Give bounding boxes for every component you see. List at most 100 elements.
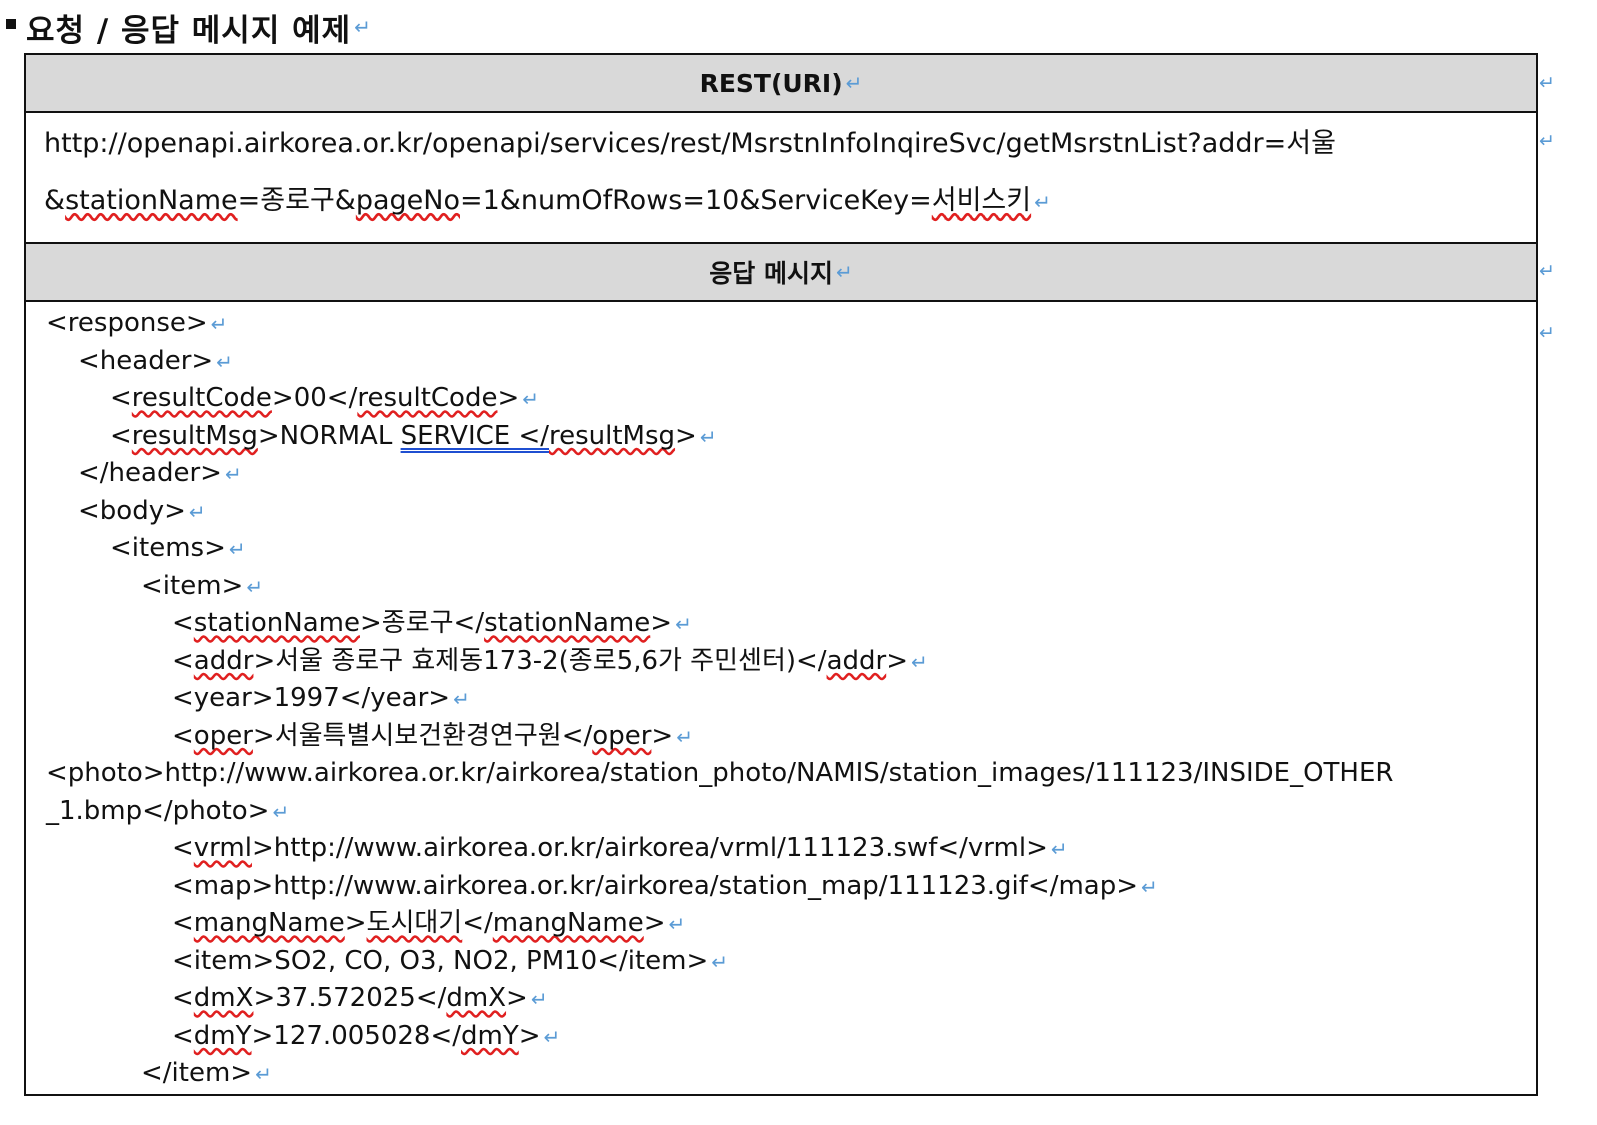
xml-tag: oper — [193, 720, 253, 751]
paragraph-mark-icon: ↵ — [255, 1062, 272, 1086]
uri-text: =종로구& — [237, 185, 356, 216]
xml-text: < — [172, 720, 194, 751]
xml-text: > — [497, 383, 520, 413]
xml-text: < — [172, 608, 194, 638]
paragraph-mark-icon: ↵ — [1141, 874, 1158, 899]
uri-line-2: &stationName=종로구&pageNo=1&numOfRows=10&S… — [44, 172, 1518, 229]
xml-text: <items> — [110, 533, 226, 563]
xml-text: >서울 종로구 효제동173-2(종로5,6가 주민센터)</ — [253, 645, 827, 676]
paragraph-mark-icon: ↵ — [676, 724, 693, 749]
xml-text: >종로구</ — [359, 608, 485, 638]
xml-tag: dmX — [446, 983, 507, 1013]
paragraph-mark-icon: ↵ — [675, 612, 692, 636]
xml-text: > — [344, 908, 367, 938]
xml-text: > — [675, 420, 697, 451]
xml-text: <year>1997</year> — [172, 683, 451, 713]
request-uri: http://openapi.airkorea.or.kr/openapi/se… — [44, 115, 1518, 229]
response-message-header-text: 응답 메시지 — [709, 259, 833, 288]
rest-uri-header-text: REST(URI) — [699, 68, 843, 98]
paragraph-mark-icon: ↵ — [530, 987, 548, 1011]
xml-line: <item> ↵ — [44, 568, 1522, 606]
cell-end-mark-icon: ↵ — [1539, 260, 1555, 282]
paragraph-mark-icon: ↵ — [216, 349, 233, 374]
xml-text: >00</ — [271, 383, 358, 413]
paragraph-mark-icon: ↵ — [354, 15, 372, 39]
xml-tag: vrml — [193, 833, 252, 863]
section-heading-text: 요청 / 응답 메시지 예제 — [26, 12, 352, 49]
xml-text: > — [650, 608, 673, 638]
xml-line: <oper>서울특별시보건환경연구원</oper> ↵ — [44, 718, 1522, 756]
paragraph-mark-icon: ↵ — [543, 1024, 561, 1049]
rest-uri-header: REST(URI) ↵ — [26, 55, 1536, 113]
xml-text: <map>http://www.airkorea.or.kr/airkorea/… — [172, 870, 1139, 901]
xml-text: SERVICE </ — [400, 420, 549, 451]
paragraph-mark-icon: ↵ — [668, 912, 686, 936]
xml-text: </header> — [78, 458, 222, 488]
xml-line: <stationName>종로구</stationName> ↵ — [44, 605, 1522, 643]
xml-tag: resultMsg — [131, 420, 258, 451]
xml-tag: mangName — [193, 908, 345, 938]
xml-text: <photo>http://www.airkorea.or.kr/airkore… — [46, 758, 1394, 788]
xml-text: > — [506, 983, 528, 1013]
paragraph-mark-icon: ↵ — [1050, 837, 1068, 861]
paragraph-mark-icon: ↵ — [272, 799, 290, 824]
xml-tag: dmY — [461, 1020, 519, 1051]
xml-text: < — [110, 420, 132, 451]
xml-text: < — [172, 908, 194, 938]
xml-text: >http://www.airkorea.or.kr/airkorea/vrml… — [251, 833, 1048, 863]
paragraph-mark-icon: ↵ — [188, 499, 206, 524]
xml-line: <dmY>127.005028</dmY> ↵ — [44, 1018, 1522, 1056]
paragraph-mark-icon: ↵ — [835, 260, 853, 284]
xml-tag: addr — [193, 645, 254, 676]
xml-text: < — [110, 383, 132, 413]
xml-line: <year>1997</year> ↵ — [44, 680, 1522, 718]
response-xml: <response> ↵ <header> ↵ <resultCode>00</re… — [44, 305, 1522, 1093]
paragraph-mark-icon: ↵ — [228, 537, 246, 561]
paragraph-mark-icon: ↵ — [453, 687, 470, 711]
xml-line: <dmX>37.572025</dmX> ↵ — [44, 980, 1522, 1018]
xml-line: </item> ↵ — [44, 1055, 1522, 1093]
paragraph-mark-icon: ↵ — [246, 574, 264, 599]
xml-line: <item>SO2, CO, O3, NO2, PM10</item> ↵ — [44, 943, 1522, 981]
xml-text: 도시대기 — [366, 908, 463, 938]
uri-service-key: 서비스키 — [931, 185, 1032, 216]
xml-text: </item> — [141, 1058, 253, 1088]
xml-tag: resultCode — [131, 383, 272, 413]
xml-line: <response> ↵ — [44, 305, 1522, 343]
xml-line: _1.bmp</photo> ↵ — [44, 793, 1522, 831]
uri-param-pageno: pageNo — [355, 185, 460, 216]
uri-text: & — [44, 185, 66, 216]
paragraph-mark-icon: ↵ — [711, 949, 729, 974]
xml-text: < — [172, 645, 194, 676]
xml-line: <header> ↵ — [44, 343, 1522, 381]
xml-tag: dmY — [193, 1020, 252, 1051]
cell-end-mark-icon: ↵ — [1539, 72, 1555, 94]
xml-tag: dmX — [193, 983, 254, 1013]
xml-text: > — [651, 720, 674, 751]
xml-text: > — [886, 645, 908, 676]
uri-param-stationname: stationName — [65, 185, 238, 216]
xml-text: <body> — [78, 495, 186, 526]
xml-tag: resultMsg — [549, 420, 676, 451]
xml-text: </ — [462, 908, 493, 938]
xml-text: < — [172, 833, 194, 863]
xml-text: < — [172, 983, 194, 1013]
cell-end-mark-icon: ↵ — [1539, 322, 1555, 344]
xml-line: <map>http://www.airkorea.or.kr/airkorea/… — [44, 868, 1522, 906]
xml-line: <items> ↵ — [44, 530, 1522, 568]
xml-tag: mangName — [492, 908, 644, 938]
xml-text: <item>SO2, CO, O3, NO2, PM10</item> — [172, 945, 709, 976]
uri-line-1: http://openapi.airkorea.or.kr/openapi/se… — [44, 115, 1518, 172]
paragraph-mark-icon: ↵ — [1034, 190, 1051, 214]
request-response-table: REST(URI) ↵ http://openapi.airkorea.or.kr… — [24, 53, 1538, 1096]
cell-end-mark-icon: ↵ — [1539, 130, 1555, 152]
xml-text: >37.572025</ — [253, 983, 447, 1013]
uri-text: http://openapi.airkorea.or.kr/openapi/se… — [44, 128, 1336, 159]
response-message-header: 응답 메시지 ↵ — [26, 242, 1536, 302]
section-heading: 요청 / 응답 메시지 예제 ↵ — [6, 4, 372, 50]
xml-line: </header> ↵ — [44, 455, 1522, 493]
xml-line: <resultMsg>NORMAL SERVICE </resultMsg> ↵ — [44, 418, 1522, 456]
paragraph-mark-icon: ↵ — [522, 387, 540, 411]
xml-text: >서울특별시보건환경연구원</ — [252, 720, 593, 751]
xml-line: <addr>서울 종로구 효제동173-2(종로5,6가 주민센터)</addr… — [44, 643, 1522, 681]
